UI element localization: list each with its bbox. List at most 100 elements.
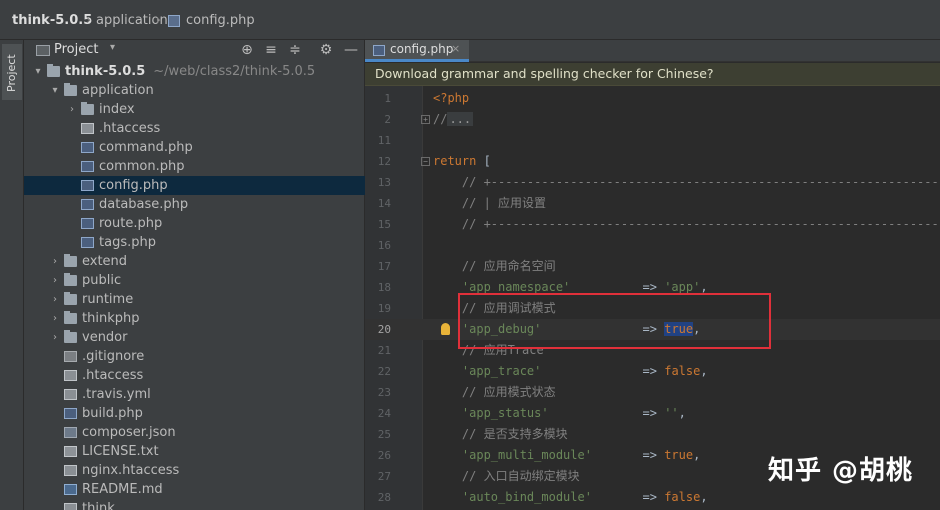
file-icon — [64, 503, 77, 510]
tree-file-item[interactable]: README.md — [24, 480, 365, 499]
tab-config-php[interactable]: config.php × — [365, 40, 469, 62]
line-number: 24 — [377, 407, 391, 420]
chevron-right-icon[interactable]: › — [49, 252, 61, 271]
code-line[interactable]: 28 'auto_bind_module' => false, — [365, 487, 940, 508]
code-text: // 是否支持多模块 — [461, 427, 568, 441]
breadcrumb-separator: › — [156, 13, 162, 28]
tree-folder-item[interactable]: › vendor — [24, 328, 365, 347]
tree-file-item[interactable]: config.php — [24, 176, 365, 195]
tree-folder-item[interactable]: › public — [24, 271, 365, 290]
project-panel-header: Project ▾ ⊕ ≡ ≑ ⚙ — — [24, 40, 365, 62]
code-line[interactable]: 11 — [365, 130, 940, 151]
tree-file-item[interactable]: route.php — [24, 214, 365, 233]
chevron-right-icon[interactable]: › — [49, 328, 61, 347]
chevron-down-icon[interactable]: ▾ — [110, 42, 115, 53]
file-icon — [64, 370, 77, 381]
expand-all-icon[interactable]: ≡ — [262, 41, 280, 59]
tree-file-item[interactable]: nginx.htaccess — [24, 461, 365, 480]
tree-file-item[interactable]: build.php — [24, 404, 365, 423]
tree-file-item[interactable]: common.php — [24, 157, 365, 176]
code-line[interactable]: 23 // 应用模式状态 — [365, 382, 940, 403]
code-text: // | 应用设置 — [461, 196, 547, 210]
tree-file-item[interactable]: command.php — [24, 138, 365, 157]
code-line[interactable]: 12 − return [ — [365, 151, 940, 172]
tree-file-item[interactable]: composer.json — [24, 423, 365, 442]
php-icon — [81, 199, 94, 210]
tree-file-item[interactable]: .htaccess — [24, 119, 365, 138]
line-number: 25 — [377, 428, 391, 441]
line-number: 19 — [377, 302, 391, 315]
navigation-bar: think-5.0.5 › application › config.php — [0, 0, 940, 40]
php-icon — [81, 180, 94, 191]
project-panel-title[interactable]: Project — [54, 42, 98, 57]
folder-icon — [64, 292, 77, 305]
line-number: 14 — [377, 197, 391, 210]
line-number: 21 — [377, 344, 391, 357]
breadcrumb-project[interactable]: think-5.0.5 — [12, 13, 92, 28]
line-number: 2 — [384, 113, 391, 126]
tree-file-item[interactable]: LICENSE.txt — [24, 442, 365, 461]
chevron-down-icon[interactable]: ▾ — [49, 81, 61, 100]
line-number: 16 — [377, 239, 391, 252]
chevron-right-icon[interactable]: › — [49, 309, 61, 328]
chevron-right-icon[interactable]: › — [66, 100, 78, 119]
tree-item-label: README.md — [82, 482, 163, 497]
tree-folder-item[interactable]: ▾ application — [24, 81, 365, 100]
hide-icon[interactable]: — — [342, 41, 360, 59]
line-number: 26 — [377, 449, 391, 462]
project-tool-tab[interactable]: Project — [2, 44, 22, 100]
tree-file-item[interactable]: tags.php — [24, 233, 365, 252]
close-icon[interactable]: × — [451, 42, 460, 55]
folder-icon — [64, 330, 77, 343]
tree-item-label: thinkphp — [82, 311, 140, 326]
code-line[interactable]: 25 // 是否支持多模块 — [365, 424, 940, 445]
php-icon — [81, 218, 94, 229]
tree-folder-item[interactable]: ▾ think-5.0.5 ~/web/class2/think-5.0.5 — [24, 62, 365, 81]
tree-item-label: vendor — [82, 330, 128, 345]
code-line[interactable]: 17 // 应用命名空间 — [365, 256, 940, 277]
collapse-all-icon[interactable]: ≑ — [286, 41, 304, 59]
tree-item-label: .htaccess — [99, 121, 161, 136]
line-number: 18 — [377, 281, 391, 294]
line-number: 12 — [377, 155, 391, 168]
tree-file-item[interactable]: .htaccess — [24, 366, 365, 385]
tree-file-item[interactable]: .gitignore — [24, 347, 365, 366]
code-text: // 应用命名空间 — [461, 259, 556, 273]
tree-item-label: config.php — [99, 178, 168, 193]
txt-icon — [64, 446, 77, 457]
chevron-right-icon[interactable]: › — [49, 290, 61, 309]
code-line[interactable]: 16 — [365, 235, 940, 256]
php-icon — [81, 161, 94, 172]
notification-banner[interactable]: Download grammar and spelling checker fo… — [365, 63, 940, 86]
tree-file-item[interactable]: .travis.yml — [24, 385, 365, 404]
locate-icon[interactable]: ⊕ — [238, 41, 256, 59]
tree-folder-item[interactable]: › extend — [24, 252, 365, 271]
breadcrumb-file[interactable]: config.php — [186, 13, 255, 28]
project-icon — [36, 45, 50, 56]
code-line[interactable]: 1 <?php — [365, 88, 940, 109]
php-icon — [64, 408, 77, 419]
tree-folder-item[interactable]: › runtime — [24, 290, 365, 309]
code-line[interactable]: 13 // +---------------------------------… — [365, 172, 940, 193]
gear-icon[interactable]: ⚙ — [317, 41, 335, 59]
code-line[interactable]: 24 'app_status' => '', — [365, 403, 940, 424]
tree-file-item[interactable]: database.php — [24, 195, 365, 214]
tree-folder-item[interactable]: › thinkphp — [24, 309, 365, 328]
file-icon — [81, 123, 94, 134]
php-icon — [81, 142, 94, 153]
tree-item-label: .travis.yml — [82, 387, 151, 402]
code-line[interactable]: 2 +//... — [365, 109, 940, 130]
tree-folder-item[interactable]: › index — [24, 100, 365, 119]
chevron-right-icon[interactable]: › — [49, 271, 61, 290]
tree-file-item[interactable]: think — [24, 499, 365, 510]
chevron-down-icon[interactable]: ▾ — [32, 62, 44, 81]
file-icon — [64, 465, 77, 476]
editor-tab-bar: config.php × — [365, 40, 940, 62]
breadcrumb-separator: › — [86, 13, 92, 28]
code-line[interactable]: 14 // | 应用设置 — [365, 193, 940, 214]
code-line[interactable]: 15 // +---------------------------------… — [365, 214, 940, 235]
fold-toggle-icon[interactable]: + — [421, 115, 430, 124]
code-line[interactable]: 22 'app_trace' => false, — [365, 361, 940, 382]
fold-toggle-icon[interactable]: − — [421, 157, 430, 166]
tree-item-label: command.php — [99, 140, 193, 155]
